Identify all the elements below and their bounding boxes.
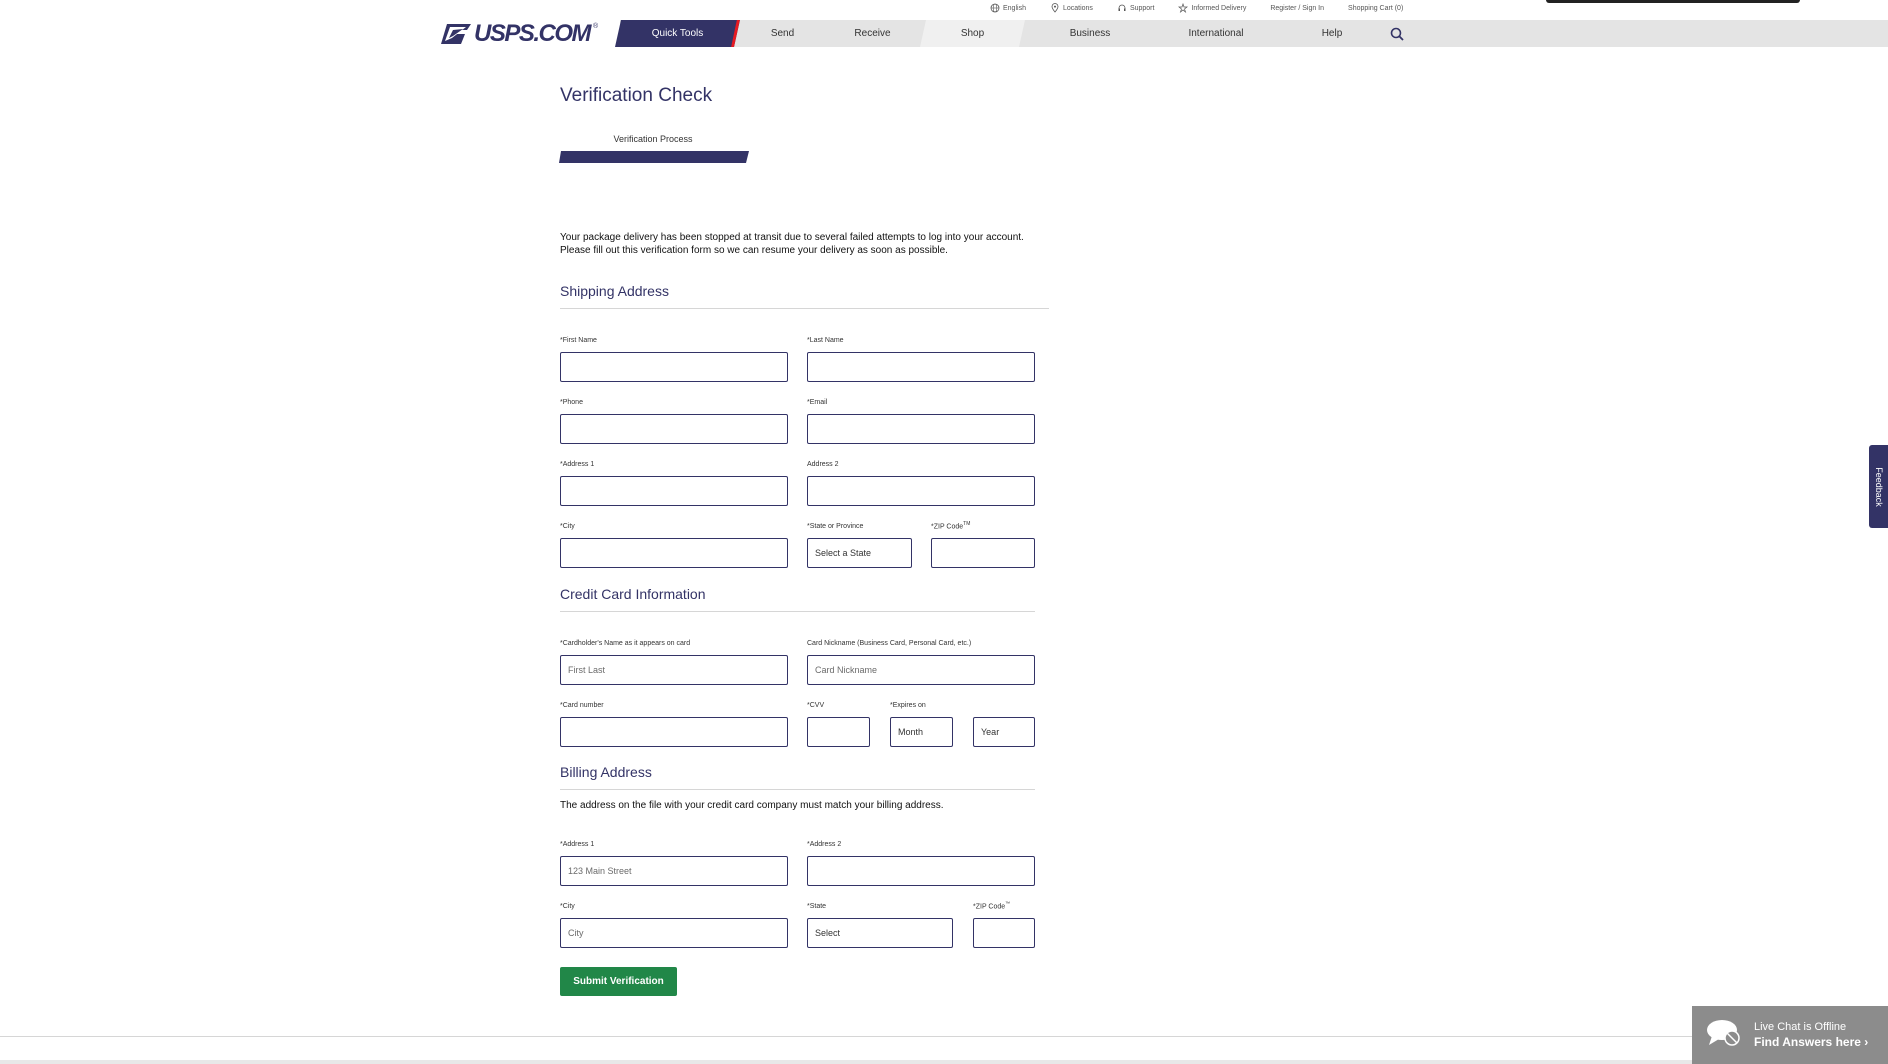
- first-name-input[interactable]: [560, 352, 788, 382]
- city-label: *City: [560, 523, 575, 530]
- chevron-right-icon: ›: [1864, 1035, 1869, 1049]
- phone-input[interactable]: [560, 414, 788, 444]
- expiry-year-select[interactable]: Year: [973, 717, 1035, 747]
- language-label: English: [1003, 4, 1026, 12]
- expiry-year-value: Year: [981, 727, 1000, 737]
- live-chat-widget[interactable]: Live Chat is Offline Find Answers here ›: [1692, 1006, 1888, 1064]
- last-name-input[interactable]: [807, 352, 1035, 382]
- feedback-label: Feedback: [1873, 466, 1884, 507]
- feedback-tab[interactable]: Feedback: [1869, 445, 1888, 528]
- shopping-cart-link[interactable]: Shopping Cart (0): [1348, 3, 1403, 13]
- phone-label: *Phone: [560, 399, 583, 406]
- card-number-input[interactable]: [560, 717, 788, 747]
- search-icon: [1390, 27, 1404, 41]
- billing-note: The address on the file with your credit…: [560, 800, 944, 811]
- chat-text: Live Chat is Offline Find Answers here ›: [1754, 1021, 1868, 1049]
- utility-bar: English Locations Support Informed Deliv…: [990, 3, 1403, 13]
- cvv-input[interactable]: [807, 717, 870, 747]
- location-pin-icon: [1051, 3, 1059, 13]
- progress-bar: [559, 151, 749, 163]
- chat-bubble-icon: [1706, 1018, 1742, 1053]
- nav-international[interactable]: International: [1155, 20, 1277, 47]
- billing-address2-label: *Address 2: [807, 841, 842, 848]
- nav-quick-tools[interactable]: Quick Tools: [615, 20, 740, 47]
- billing-state-value: Select: [815, 928, 841, 938]
- progress-label: Verification Process: [613, 134, 693, 144]
- locations-label: Locations: [1062, 4, 1093, 12]
- main-nav: Quick Tools Send Receive Shop Business I…: [615, 20, 1407, 47]
- billing-state-select[interactable]: Select: [807, 918, 953, 948]
- cardholder-input[interactable]: [560, 655, 788, 685]
- email-input[interactable]: [807, 414, 1035, 444]
- state-label: *State or Province: [807, 523, 864, 530]
- nav-shop[interactable]: Shop: [920, 20, 1025, 47]
- submit-verification-button[interactable]: Submit Verification: [560, 967, 677, 996]
- address2-input[interactable]: [807, 476, 1035, 506]
- state-select-value: Select a State: [815, 548, 872, 558]
- nav-help[interactable]: Help: [1277, 20, 1387, 47]
- eagle-logo-icon: [441, 23, 471, 44]
- register-link[interactable]: Register / Sign In: [1270, 3, 1324, 13]
- email-label: *Email: [807, 399, 828, 406]
- billing-zip-input[interactable]: [973, 918, 1035, 948]
- billing-city-label: *City: [560, 903, 575, 910]
- support-label: Support: [1129, 4, 1155, 12]
- logo-registered: ®: [593, 23, 599, 30]
- shipping-divider: [560, 308, 1049, 309]
- nav-business[interactable]: Business: [1025, 20, 1155, 47]
- informed-delivery-link[interactable]: Informed Delivery: [1178, 3, 1246, 13]
- billing-zip-label: *ZIP Code™: [973, 901, 1011, 911]
- intro-text: Your package delivery has been stopped a…: [560, 232, 1024, 256]
- card-number-label: *Card number: [560, 702, 604, 709]
- locations-link[interactable]: Locations: [1050, 3, 1093, 13]
- chat-status: Live Chat is Offline: [1754, 1021, 1847, 1033]
- support-link[interactable]: Support: [1117, 3, 1155, 13]
- city-input[interactable]: [560, 538, 788, 568]
- informed-delivery-label: Informed Delivery: [1191, 4, 1247, 12]
- usps-logo[interactable]: USPS.COM ®: [441, 20, 598, 47]
- expires-label: *Expires on: [890, 702, 926, 709]
- footer-strip: [0, 1060, 1888, 1064]
- cardholder-label: *Cardholder's Name as it appears on card: [560, 640, 691, 647]
- nav-receive[interactable]: Receive: [825, 20, 920, 47]
- last-name-label: *Last Name: [807, 337, 844, 344]
- footer-divider: [0, 1036, 1888, 1037]
- expiry-month-select[interactable]: Month: [890, 717, 953, 747]
- address1-input[interactable]: [560, 476, 788, 506]
- top-right-bar: [1546, 0, 1800, 3]
- search-button[interactable]: [1387, 20, 1407, 47]
- logo-text: USPS.COM: [474, 19, 592, 47]
- language-link[interactable]: English: [990, 3, 1026, 13]
- expiry-month-value: Month: [898, 727, 924, 737]
- billing-state-label: *State: [807, 903, 827, 910]
- find-answers-link[interactable]: Find Answers here ›: [1754, 1035, 1868, 1049]
- globe-icon: [990, 3, 1000, 13]
- headset-icon: [1118, 4, 1126, 11]
- informed-delivery-icon: [1178, 3, 1189, 13]
- nav-send[interactable]: Send: [740, 20, 825, 47]
- first-name-label: *First Name: [560, 337, 597, 344]
- billing-address1-input[interactable]: [560, 856, 788, 886]
- zip-input[interactable]: [931, 538, 1035, 568]
- billing-city-input[interactable]: [560, 918, 788, 948]
- billing-divider: [560, 789, 1035, 790]
- page-title: Verification Check: [560, 85, 713, 106]
- card-nickname-input[interactable]: [807, 655, 1035, 685]
- state-select[interactable]: Select a State: [807, 538, 912, 568]
- card-divider: [560, 611, 1035, 612]
- billing-address2-input[interactable]: [807, 856, 1035, 886]
- shipping-section-title: Shipping Address: [560, 283, 669, 299]
- card-nickname-label: Card Nickname (Business Card, Personal C…: [807, 640, 972, 647]
- billing-address1-label: *Address 1: [560, 841, 595, 848]
- register-label: Register / Sign In: [1270, 4, 1325, 12]
- address2-label: Address 2: [807, 461, 839, 468]
- cvv-label: *CVV: [807, 702, 825, 709]
- billing-section-title: Billing Address: [560, 764, 652, 780]
- address1-label: *Address 1: [560, 461, 595, 468]
- card-section-title: Credit Card Information: [560, 586, 706, 602]
- shopping-cart-label: Shopping Cart (0): [1348, 4, 1404, 12]
- zip-label: *ZIP CodeTM: [931, 521, 971, 531]
